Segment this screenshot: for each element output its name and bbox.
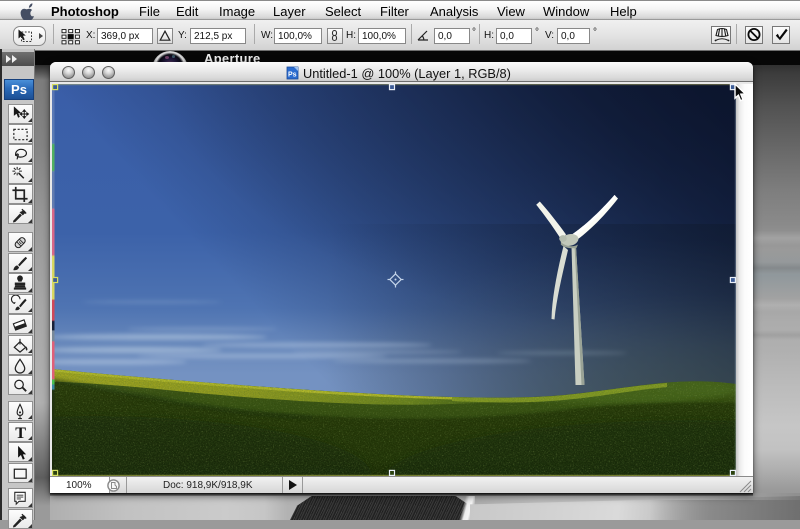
svg-text:Ps: Ps [288, 72, 297, 79]
svg-text:T: T [15, 425, 26, 441]
